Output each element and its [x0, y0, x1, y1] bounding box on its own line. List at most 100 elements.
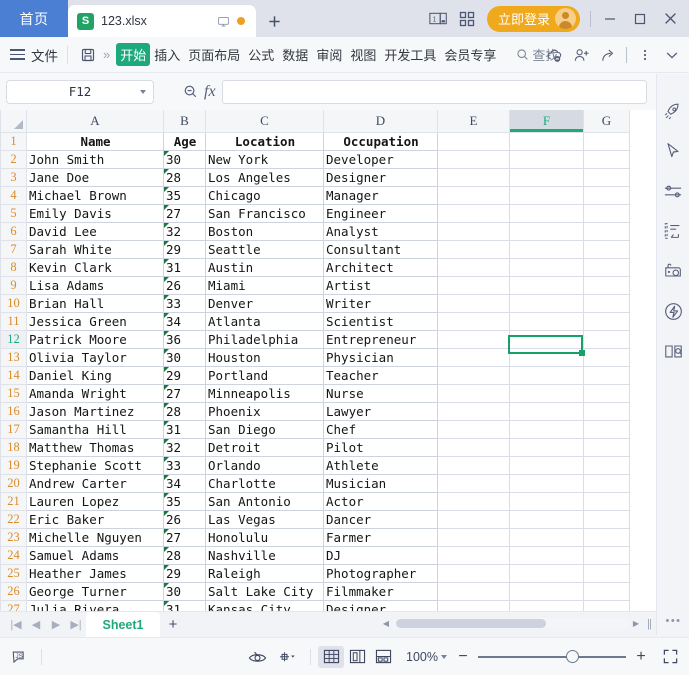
cell-C5[interactable]: San Francisco [205, 203, 324, 223]
cell-G18[interactable] [583, 437, 630, 457]
cell-G12[interactable] [583, 329, 630, 349]
cell-C12[interactable]: Philadelphia [205, 329, 324, 349]
cell-F24[interactable] [509, 545, 584, 565]
ribbon-tab-formulas[interactable]: 公式 [244, 43, 278, 66]
row-header-12[interactable]: 12 [0, 329, 27, 349]
cell-D11[interactable]: Scientist [323, 311, 438, 331]
cell-G21[interactable] [583, 491, 630, 511]
cell-B7[interactable]: 29 [163, 239, 206, 259]
cell-C25[interactable]: Raleigh [205, 563, 324, 583]
cell-F7[interactable] [509, 239, 584, 259]
row-header-6[interactable]: 6 [0, 221, 27, 241]
row-header-24[interactable]: 24 [0, 545, 27, 565]
row-header-2[interactable]: 2 [0, 149, 27, 169]
cell-D18[interactable]: Pilot [323, 437, 438, 457]
cell-B2[interactable]: 30 [163, 149, 206, 169]
cell-A26[interactable]: George Turner [26, 581, 164, 601]
cell-D27[interactable]: Designer [323, 599, 438, 611]
cell-G24[interactable] [583, 545, 630, 565]
cell-F5[interactable] [509, 203, 584, 223]
cell-B11[interactable]: 34 [163, 311, 206, 331]
select-all-corner[interactable] [0, 110, 27, 133]
cell-C11[interactable]: Atlanta [205, 311, 324, 331]
cell-E4[interactable] [437, 185, 510, 205]
cell-C21[interactable]: San Antonio [205, 491, 324, 511]
spreadsheet-grid[interactable]: A B C D E F G 1 Name Age Location Occupation… [0, 110, 689, 611]
column-header-F[interactable]: F [509, 110, 584, 133]
cell-A24[interactable]: Samuel Adams [26, 545, 164, 565]
share-icon[interactable] [595, 41, 622, 69]
rail-more-button[interactable]: ••• [657, 615, 689, 627]
cell-D19[interactable]: Athlete [323, 455, 438, 475]
cell-F13[interactable] [509, 347, 584, 367]
cell-A18[interactable]: Matthew Thomas [26, 437, 164, 457]
minimize-button[interactable] [595, 4, 625, 34]
cell-B27[interactable]: 31 [163, 599, 206, 611]
cell-A14[interactable]: Daniel King [26, 365, 164, 385]
cell-B26[interactable]: 30 [163, 581, 206, 601]
row-header-7[interactable]: 7 [0, 239, 27, 259]
cell-A21[interactable]: Lauren Lopez [26, 491, 164, 511]
cell-C17[interactable]: San Diego [205, 419, 324, 439]
cell-C4[interactable]: Chicago [205, 185, 324, 205]
cell-A3[interactable]: Jane Doe [26, 167, 164, 187]
cell-E18[interactable] [437, 437, 510, 457]
cell-F25[interactable] [509, 563, 584, 583]
collapse-ribbon-icon[interactable] [658, 41, 685, 69]
cell-D15[interactable]: Nurse [323, 383, 438, 403]
cell-E5[interactable] [437, 203, 510, 223]
cell-F22[interactable] [509, 509, 584, 529]
page-layout-view-button[interactable] [344, 646, 370, 668]
cell-D16[interactable]: Lawyer [323, 401, 438, 421]
rocket-icon[interactable] [660, 98, 686, 124]
cell-B14[interactable]: 29 [163, 365, 206, 385]
cell-A13[interactable]: Olivia Taylor [26, 347, 164, 367]
cell-E9[interactable] [437, 275, 510, 295]
cell-E3[interactable] [437, 167, 510, 187]
ribbon-tab-review[interactable]: 审阅 [312, 43, 346, 66]
cell-B15[interactable]: 27 [163, 383, 206, 403]
cell-C3[interactable]: Los Angeles [205, 167, 324, 187]
normal-view-button[interactable] [318, 645, 345, 668]
cell-G14[interactable] [583, 365, 630, 385]
column-header-G[interactable]: G [583, 110, 630, 133]
cell-A22[interactable]: Eric Baker [26, 509, 164, 529]
row-header-5[interactable]: 5 [0, 203, 27, 223]
chevron-down-icon[interactable] [140, 89, 146, 94]
cell-G19[interactable] [583, 455, 630, 475]
cell-E8[interactable] [437, 257, 510, 277]
cell-C20[interactable]: Charlotte [205, 473, 324, 493]
scroll-left-arrow[interactable]: ◀ [380, 619, 392, 628]
row-header-23[interactable]: 23 [0, 527, 27, 547]
cell-B22[interactable]: 26 [163, 509, 206, 529]
cell-E1[interactable] [437, 131, 510, 151]
cell-E14[interactable] [437, 365, 510, 385]
cell-F10[interactable] [509, 293, 584, 313]
cell-C1[interactable]: Location [205, 131, 324, 151]
cell-A27[interactable]: Julia Rivera [26, 599, 164, 611]
cell-C7[interactable]: Seattle [205, 239, 324, 259]
cell-G6[interactable] [583, 221, 630, 241]
row-header-26[interactable]: 26 [0, 581, 27, 601]
fullscreen-icon[interactable] [657, 648, 683, 665]
cell-B6[interactable]: 32 [163, 221, 206, 241]
cell-G16[interactable] [583, 401, 630, 421]
cell-G22[interactable] [583, 509, 630, 529]
cell-E26[interactable] [437, 581, 510, 601]
row-header-13[interactable]: 13 [0, 347, 27, 367]
js-macro-icon[interactable]: JS [6, 644, 34, 670]
cell-C19[interactable]: Orlando [205, 455, 324, 475]
cell-E12[interactable] [437, 329, 510, 349]
ribbon-tab-data[interactable]: 数据 [278, 43, 312, 66]
cell-D10[interactable]: Writer [323, 293, 438, 313]
sheet-tab-sheet1[interactable]: Sheet1 [86, 612, 160, 637]
cell-F6[interactable] [509, 221, 584, 241]
cursor-icon[interactable] [660, 138, 686, 164]
row-header-18[interactable]: 18 [0, 437, 27, 457]
ribbon-tab-insert[interactable]: 插入 [150, 43, 184, 66]
cell-A5[interactable]: Emily Davis [26, 203, 164, 223]
cell-G15[interactable] [583, 383, 630, 403]
cell-D2[interactable]: Developer [323, 149, 438, 169]
toolbar-overflow-icon[interactable]: » [103, 47, 110, 62]
row-header-9[interactable]: 9 [0, 275, 27, 295]
